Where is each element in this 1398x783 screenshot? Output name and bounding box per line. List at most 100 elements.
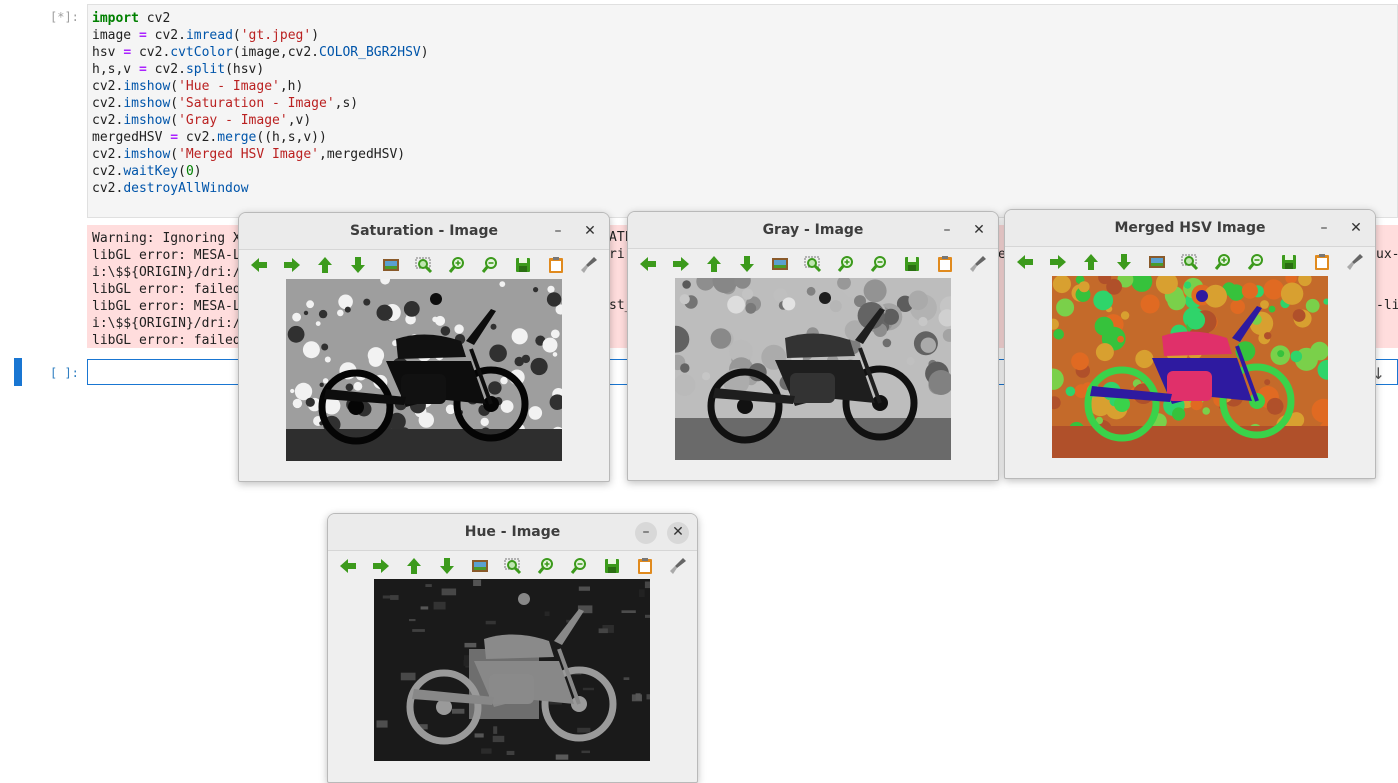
hue-window[interactable]: Hue - Image – ✕ — [327, 513, 698, 783]
toolbar — [636, 252, 998, 276]
code-token: mergedHSV — [92, 130, 171, 145]
code-token: 'Gray - Image' — [178, 113, 288, 128]
zoom-area-icon[interactable] — [1178, 250, 1202, 274]
save-icon[interactable] — [600, 554, 624, 578]
code-token: ,mergedHSV) — [319, 147, 406, 162]
close-button[interactable]: ✕ — [667, 522, 689, 544]
code-token: cv2. — [92, 164, 124, 179]
cell-prompt-running: [*]: — [50, 10, 79, 24]
zoom-in-icon[interactable] — [834, 252, 858, 276]
save-icon[interactable] — [900, 252, 924, 276]
zoom-area-icon[interactable] — [801, 252, 825, 276]
zoom-fit-icon[interactable] — [768, 252, 792, 276]
code-token: imread — [185, 28, 233, 43]
code-token: cv2. — [92, 79, 124, 94]
save-icon[interactable] — [511, 253, 535, 277]
code-token: = — [123, 45, 132, 60]
properties-icon[interactable] — [666, 554, 690, 578]
code-token: ( — [170, 96, 179, 111]
pan-right-icon[interactable] — [669, 252, 693, 276]
pan-right-icon[interactable] — [369, 554, 393, 578]
code-token: ) — [420, 45, 429, 60]
code-token: ( — [170, 147, 179, 162]
code-token: cv2. — [92, 181, 124, 196]
saturation-image — [286, 274, 566, 469]
close-button[interactable]: ✕ — [579, 221, 601, 243]
code-token: cv2 — [138, 11, 171, 26]
code-token: (hsv) — [225, 62, 265, 77]
close-button[interactable]: ✕ — [968, 220, 990, 242]
properties-icon[interactable] — [1343, 250, 1367, 274]
saturation-window[interactable]: Saturation - Image – ✕ — [238, 212, 610, 482]
code-token: split — [185, 62, 226, 77]
pan-up-icon[interactable] — [702, 252, 726, 276]
minimize-button[interactable]: – — [635, 522, 657, 544]
merged-hsv-window[interactable]: Merged HSV Image – ✕ — [1004, 209, 1376, 479]
titlebar[interactable]: Saturation - Image – ✕ — [239, 213, 609, 250]
properties-icon[interactable] — [577, 253, 601, 277]
pan-up-icon[interactable] — [313, 253, 337, 277]
titlebar[interactable]: Gray - Image – ✕ — [628, 212, 998, 249]
pan-left-icon[interactable] — [1013, 250, 1037, 274]
code-token: ,h) — [279, 79, 304, 94]
code-token: ,s) — [334, 96, 359, 111]
stderr-line: i:\$${ORIGIN}/dri:/ — [92, 316, 241, 331]
zoom-out-icon[interactable] — [478, 253, 502, 277]
minimize-button[interactable]: – — [547, 221, 569, 243]
code-token: cv2. — [178, 130, 218, 145]
copy-icon[interactable] — [933, 252, 957, 276]
pan-left-icon[interactable] — [636, 252, 660, 276]
zoom-out-icon[interactable] — [1244, 250, 1268, 274]
code-token: ) — [193, 164, 202, 179]
stderr-line: libGL error: failed — [92, 282, 241, 297]
zoom-area-icon[interactable] — [412, 253, 436, 277]
pan-left-icon[interactable] — [247, 253, 271, 277]
copy-icon[interactable] — [633, 554, 657, 578]
merged-hsv-image — [1042, 270, 1338, 468]
code-content[interactable]: import cv2 image = cv2.imread('gt.jpeg') h… — [92, 10, 429, 197]
stderr-fragment: ux- — [1376, 247, 1398, 262]
zoom-out-icon[interactable] — [867, 252, 891, 276]
stderr-line: Warning: Ignoring X — [92, 231, 241, 246]
zoom-fit-icon[interactable] — [1145, 250, 1169, 274]
pan-left-icon[interactable] — [336, 554, 360, 578]
pan-up-icon[interactable] — [402, 554, 426, 578]
code-token: cv2. — [92, 96, 124, 111]
stderr-fragment: -li — [1376, 298, 1398, 313]
code-line: cv2.destroyAllWindow — [92, 180, 429, 197]
zoom-area-icon[interactable] — [501, 554, 525, 578]
code-token: ) — [311, 28, 320, 43]
code-line: cv2.imshow('Hue - Image',h) — [92, 78, 429, 95]
zoom-in-icon[interactable] — [534, 554, 558, 578]
code-token: cv2. — [92, 147, 124, 162]
copy-icon[interactable] — [544, 253, 568, 277]
code-token: h,s,v — [92, 62, 139, 77]
code-line: cv2.imshow('Gray - Image',v) — [92, 112, 429, 129]
stderr-line: libGL error: failed — [92, 333, 241, 348]
pan-right-icon[interactable] — [1046, 250, 1070, 274]
zoom-fit-icon[interactable] — [468, 554, 492, 578]
titlebar[interactable]: Hue - Image – ✕ — [328, 514, 697, 551]
pan-down-icon[interactable] — [346, 253, 370, 277]
pan-down-icon[interactable] — [735, 252, 759, 276]
gray-window[interactable]: Gray - Image – ✕ — [627, 211, 999, 481]
pan-down-icon[interactable] — [1112, 250, 1136, 274]
properties-icon[interactable] — [966, 252, 990, 276]
code-token: waitKey — [123, 164, 179, 179]
save-icon[interactable] — [1277, 250, 1301, 274]
pan-down-icon[interactable] — [435, 554, 459, 578]
pan-up-icon[interactable] — [1079, 250, 1103, 274]
zoom-in-icon[interactable] — [1211, 250, 1235, 274]
zoom-out-icon[interactable] — [567, 554, 591, 578]
code-line: h,s,v = cv2.split(hsv) — [92, 61, 429, 78]
minimize-button[interactable]: – — [936, 220, 958, 242]
minimize-button[interactable]: – — [1313, 218, 1335, 240]
close-button[interactable]: ✕ — [1345, 218, 1367, 240]
copy-icon[interactable] — [1310, 250, 1334, 274]
titlebar[interactable]: Merged HSV Image – ✕ — [1005, 210, 1375, 247]
pan-right-icon[interactable] — [280, 253, 304, 277]
code-token: cvtColor — [170, 45, 233, 60]
zoom-in-icon[interactable] — [445, 253, 469, 277]
zoom-fit-icon[interactable] — [379, 253, 403, 277]
code-token: ,v) — [287, 113, 312, 128]
